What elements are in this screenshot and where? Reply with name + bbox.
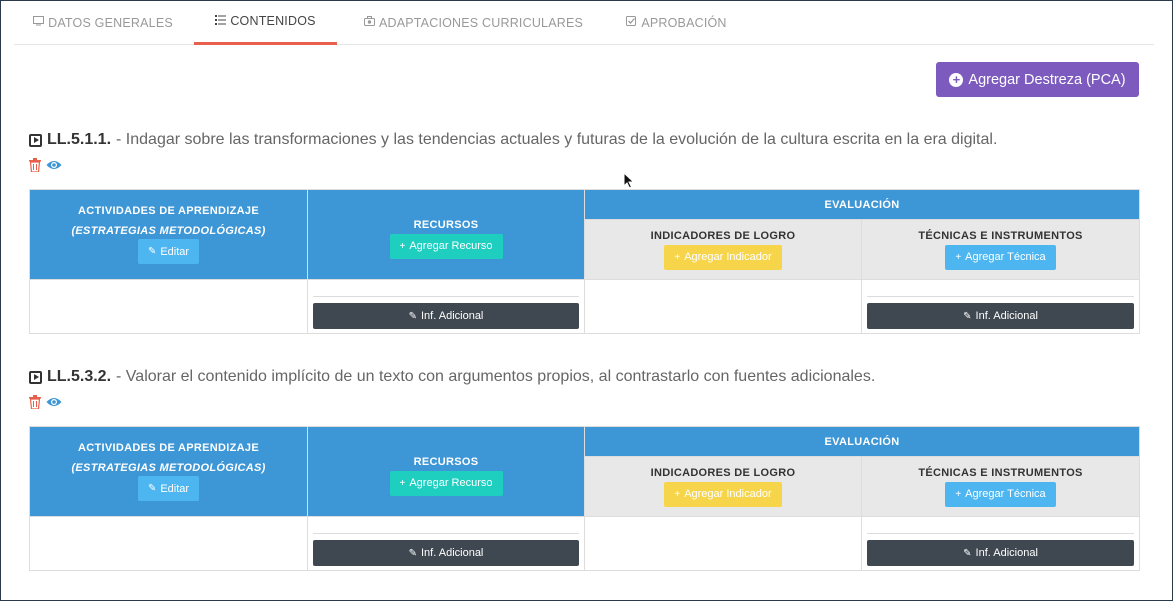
header-actividades: ACTIVIDADES DE APRENDIZAJE (ESTRATEGIAS … <box>29 189 308 280</box>
add-technique-button[interactable]: + Agregar Técnica <box>945 481 1056 507</box>
add-resource-button[interactable]: + Agregar Recurso <box>389 233 503 259</box>
tab-adaptaciones-curriculares[interactable]: ADAPTACIONES CURRICULARES <box>351 0 596 45</box>
edit-button[interactable]: ✎ Editar <box>138 476 199 501</box>
plus-icon: + <box>674 251 681 263</box>
tab-aprobacion[interactable]: APROBACIÓN <box>604 0 749 45</box>
plus-circle-icon: + <box>949 72 964 87</box>
edit-icon: ✎ <box>408 310 417 322</box>
edit-icon: ✎ <box>147 483 157 494</box>
techniques-cell: ✎ Inf. Adicional <box>860 279 1141 334</box>
header-tecnicas: TÉCNICAS E INSTRUMENTOS + Agregar Técnica <box>860 456 1141 517</box>
trash-icon[interactable] <box>29 158 41 172</box>
plus-icon: + <box>955 488 962 500</box>
tab-label: ADAPTACIONES CURRICULARES <box>378 15 584 30</box>
activities-cell <box>29 516 308 571</box>
trash-icon[interactable] <box>29 395 41 409</box>
add-skill-label: Agregar Destreza (PCA) <box>968 71 1126 88</box>
edit-icon: ✎ <box>963 310 972 322</box>
play-icon <box>29 370 42 384</box>
skill-code: LL.5.3.2. <box>47 368 112 385</box>
mouse-cursor-icon <box>623 172 635 189</box>
header-recursos: RECURSOS + Agregar Recurso <box>307 426 585 517</box>
wheelchair-icon <box>363 16 375 29</box>
skill-table: ACTIVIDADES DE APRENDIZAJE (ESTRATEGIAS … <box>29 189 1141 334</box>
header-indicadores: INDICADORES DE LOGRO + Agregar Indicador <box>584 219 862 280</box>
activities-cell <box>29 279 308 334</box>
skill-table: ACTIVIDADES DE APRENDIZAJE (ESTRATEGIAS … <box>29 426 1141 571</box>
header-tecnicas: TÉCNICAS E INSTRUMENTOS + Agregar Técnica <box>860 219 1141 280</box>
header-actividades: ACTIVIDADES DE APRENDIZAJE (ESTRATEGIAS … <box>29 426 308 517</box>
plus-icon: + <box>399 477 406 489</box>
list-icon <box>215 14 227 28</box>
check-square-icon <box>626 16 637 29</box>
eye-icon[interactable] <box>46 159 62 171</box>
add-skill-button[interactable]: + Agregar Destreza (PCA) <box>936 62 1139 97</box>
plus-icon: + <box>955 251 962 263</box>
indicators-cell <box>584 516 862 571</box>
skill-title: LL.5.1.1. - Indagar sobre las transforma… <box>29 129 1139 151</box>
add-resource-button[interactable]: + Agregar Recurso <box>389 470 503 496</box>
tab-bar: DATOS GENERALES CONTENIDOS ADAPTACIONES … <box>14 0 1154 45</box>
tab-label: CONTENIDOS <box>230 14 316 28</box>
header-evaluacion: EVALUACIÓN <box>583 426 1141 457</box>
play-icon <box>29 133 42 147</box>
header-evaluacion: EVALUACIÓN <box>583 189 1141 220</box>
edit-icon: ✎ <box>963 547 972 559</box>
skill-code: LL.5.1.1. <box>47 131 112 148</box>
resources-cell: ✎ Inf. Adicional <box>307 516 585 571</box>
skill-description: - Indagar sobre las transformaciones y l… <box>116 131 998 148</box>
add-indicator-button[interactable]: + Agregar Indicador <box>664 481 782 507</box>
additional-info-button[interactable]: ✎ Inf. Adicional <box>313 303 579 329</box>
tab-label: APROBACIÓN <box>641 15 727 30</box>
skill-description: - Valorar el contenido implícito de un t… <box>116 368 876 385</box>
add-technique-button[interactable]: + Agregar Técnica <box>945 244 1056 270</box>
skill-block: LL.5.3.2. - Valorar el contenido implíci… <box>29 366 1141 571</box>
tab-contenidos[interactable]: CONTENIDOS <box>194 0 337 45</box>
edit-icon: ✎ <box>408 547 417 559</box>
additional-info-button[interactable]: ✎ Inf. Adicional <box>867 540 1135 566</box>
header-recursos: RECURSOS + Agregar Recurso <box>307 189 585 280</box>
edit-icon: ✎ <box>147 246 157 257</box>
indicators-cell <box>584 279 862 334</box>
additional-info-button[interactable]: ✎ Inf. Adicional <box>867 303 1135 329</box>
techniques-cell: ✎ Inf. Adicional <box>860 516 1141 571</box>
skill-title: LL.5.3.2. - Valorar el contenido implíci… <box>29 366 1139 388</box>
edit-button[interactable]: ✎ Editar <box>138 239 199 264</box>
monitor-icon <box>33 16 45 29</box>
header-indicadores: INDICADORES DE LOGRO + Agregar Indicador <box>584 456 862 517</box>
plus-icon: + <box>674 488 681 500</box>
resources-cell: ✎ Inf. Adicional <box>307 279 585 334</box>
plus-icon: + <box>399 240 406 252</box>
skill-block: LL.5.1.1. - Indagar sobre las transforma… <box>29 129 1141 334</box>
eye-icon[interactable] <box>46 396 62 408</box>
add-indicator-button[interactable]: + Agregar Indicador <box>664 244 782 270</box>
tab-datos-generales[interactable]: DATOS GENERALES <box>14 0 192 45</box>
tab-label: DATOS GENERALES <box>48 15 173 30</box>
additional-info-button[interactable]: ✎ Inf. Adicional <box>313 540 579 566</box>
